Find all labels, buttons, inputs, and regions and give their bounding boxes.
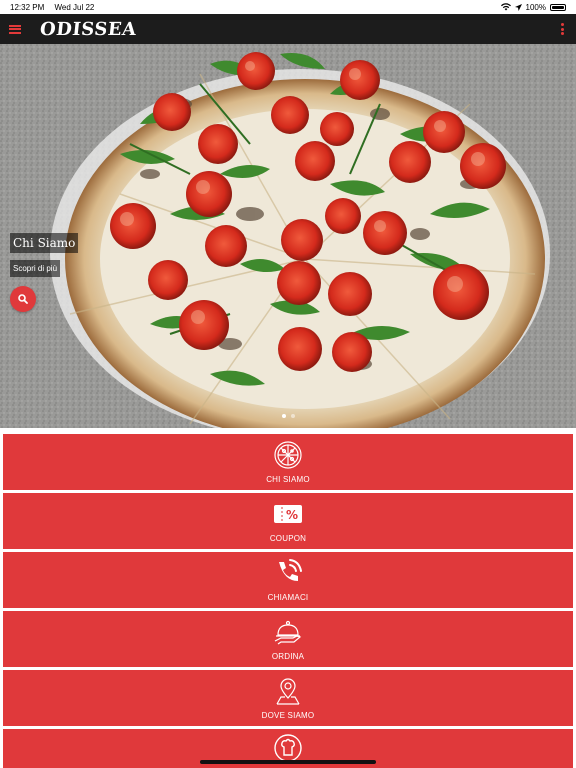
coupon-icon: % (273, 499, 303, 529)
status-right: 100% (500, 2, 566, 12)
battery-icon (550, 3, 566, 11)
menu-tile-label: COUPON (269, 534, 307, 543)
app-logo: ODISSEA (38, 18, 138, 40)
location-arrow-icon (514, 3, 522, 11)
menu-tile-label: CHIAMACI (267, 593, 309, 602)
pizza-photo (0, 44, 576, 428)
battery-percent: 100% (525, 2, 546, 12)
menu-tile-coupon[interactable]: % COUPON (3, 493, 573, 549)
app-screen: 12:32 PM Wed Jul 22 100% ODISSEA Chi Sia… (0, 0, 576, 768)
app-bar: ODISSEA (0, 14, 576, 44)
chef-icon (273, 733, 303, 763)
svg-text:%: % (286, 508, 298, 522)
carousel-dot[interactable] (281, 414, 286, 418)
carousel-dot[interactable] (290, 414, 295, 418)
hero-carousel[interactable]: Chi Siamo Scopri di più (0, 44, 576, 428)
search-button[interactable] (10, 286, 36, 312)
more-options-button[interactable] (556, 21, 568, 37)
menu-tile-label: DOVE SIAMO (261, 711, 315, 720)
search-icon (18, 294, 28, 304)
status-time: 12:32 PM (10, 2, 45, 12)
menu-tile-dove-siamo[interactable]: DOVE SIAMO (3, 670, 573, 726)
menu-tile-label: ORDINA (271, 652, 305, 661)
menu-tiles: CHI SIAMO % COUPON CHIAMACI ORDINA DOVE … (3, 434, 573, 768)
status-bar: 12:32 PM Wed Jul 22 100% (0, 0, 576, 14)
hero-more-link[interactable]: Scopri di più (10, 260, 61, 277)
menu-tile-ordina[interactable]: ORDINA (3, 611, 573, 667)
cloche-icon (273, 617, 303, 647)
status-date: Wed Jul 22 (54, 2, 95, 12)
hamburger-icon (9, 24, 21, 34)
hero-title: Chi Siamo (10, 233, 79, 253)
menu-tile-chiamaci[interactable]: CHIAMACI (3, 552, 573, 608)
home-indicator (200, 760, 376, 764)
map-pin-icon (273, 676, 303, 706)
wifi-icon (500, 3, 511, 11)
menu-tile-chi-siamo[interactable]: CHI SIAMO (3, 434, 573, 490)
menu-button[interactable] (0, 14, 30, 44)
status-left: 12:32 PM Wed Jul 22 (10, 3, 102, 12)
carousel-dots (0, 414, 576, 418)
menu-tile-label: CHI SIAMO (266, 475, 310, 484)
phone-icon (273, 558, 303, 588)
pizza-icon (273, 440, 303, 470)
